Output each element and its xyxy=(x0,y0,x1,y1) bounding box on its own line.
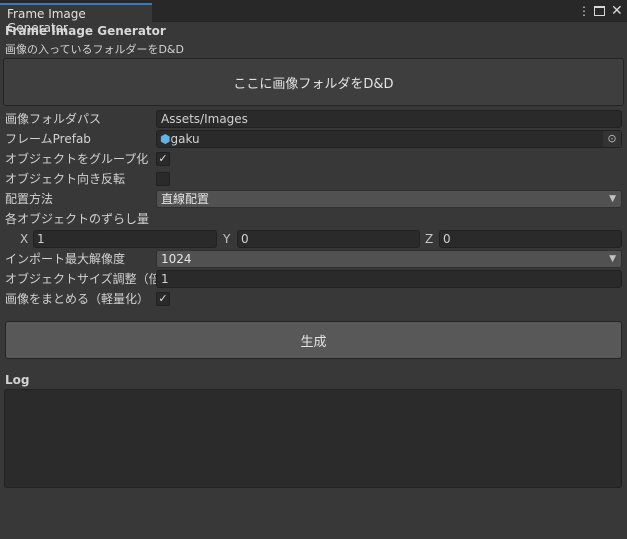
group-objects-label: オブジェクトをグループ化 xyxy=(5,152,149,166)
size-scale-input[interactable]: 1 xyxy=(156,270,622,288)
folder-path-label: 画像フォルダパス xyxy=(5,112,102,126)
offset-z-label: Z xyxy=(425,232,434,246)
more-options-icon[interactable]: ⋮ xyxy=(578,4,590,18)
flip-orientation-label: オブジェクト向き反転 xyxy=(5,172,126,186)
offset-y-label: Y xyxy=(223,232,231,246)
import-max-res-dropdown[interactable]: 1024 ▼ xyxy=(156,250,622,268)
combine-images-checkbox[interactable]: ✓ xyxy=(156,292,170,306)
close-icon[interactable]: ✕ xyxy=(611,3,623,19)
log-label: Log xyxy=(5,373,30,387)
offset-x-label: X xyxy=(20,232,29,246)
chevron-down-icon: ▼ xyxy=(609,254,616,264)
drop-area-label: ここに画像フォルダをD&D xyxy=(233,76,394,92)
flip-orientation-checkbox[interactable] xyxy=(156,172,170,186)
tab-bar: Frame Image Generator ⋮ ✕ xyxy=(0,0,627,35)
generate-label: 生成 xyxy=(300,334,327,350)
generate-button[interactable]: 生成 xyxy=(5,321,622,359)
import-max-res-label: インポート最大解像度 xyxy=(5,252,126,266)
offset-y-input[interactable]: 0 xyxy=(237,230,420,248)
offset-z-input[interactable]: 0 xyxy=(439,230,622,248)
header-title: Frame Image Generator xyxy=(5,24,166,38)
import-max-res-value: 1024 xyxy=(161,252,192,266)
combine-images-label: 画像をまとめる（軽量化） xyxy=(5,292,150,306)
placement-value: 直線配置 xyxy=(161,192,210,206)
frame-prefab-label: フレームPrefab xyxy=(5,132,91,146)
chevron-down-icon: ▼ xyxy=(609,194,616,204)
prefab-icon: ⬢ xyxy=(160,132,171,146)
folder-drop-area[interactable]: ここに画像フォルダをD&D xyxy=(3,58,624,106)
placement-dropdown[interactable]: 直線配置 ▼ xyxy=(156,190,622,208)
group-objects-checkbox[interactable]: ✓ xyxy=(156,152,170,166)
header-subtitle: 画像の入っているフォルダーをD&D xyxy=(5,43,184,56)
offset-label: 各オブジェクトのずらし量 xyxy=(5,212,150,226)
prefab-value: gaku xyxy=(170,132,200,146)
folder-path-input[interactable]: Assets/Images xyxy=(156,110,622,128)
window-tab[interactable]: Frame Image Generator xyxy=(0,3,152,35)
object-picker-icon[interactable]: ⊙ xyxy=(603,131,621,147)
placement-label: 配置方法 xyxy=(5,192,54,206)
log-area[interactable] xyxy=(4,389,622,488)
frame-prefab-field[interactable]: ⬢gaku ⊙ xyxy=(156,130,622,148)
maximize-icon[interactable] xyxy=(594,6,605,16)
offset-x-input[interactable]: 1 xyxy=(33,230,217,248)
